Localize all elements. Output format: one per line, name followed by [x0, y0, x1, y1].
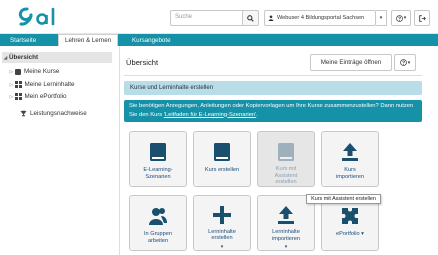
caret-right-icon: ▷ [9, 68, 14, 74]
section-header: Kurse und Lerninhalte erstellen [124, 81, 422, 95]
book-icon [213, 141, 231, 163]
divider [124, 75, 422, 76]
sidebar-item-uebersicht[interactable]: ◢ Übersicht [2, 52, 112, 63]
sidebar-item-mein-eportfolio[interactable]: ▷ Mein ePortfolio [8, 91, 120, 102]
chevron-down-icon: ▾ [407, 59, 411, 66]
book-icon [277, 141, 295, 162]
tile-kurs-mit-assistent[interactable]: Kurs mit Assistent erstellen [257, 131, 315, 187]
puzzle-icon [15, 93, 22, 100]
tile-label: Lerninhalte erstellen [208, 228, 236, 242]
user-icon [268, 15, 274, 21]
tile-label: Kurs mit Assistent erstellen [274, 166, 298, 186]
search-button[interactable] [242, 10, 259, 26]
sidebar-item-label: Mein ePortfolio [24, 93, 67, 100]
tile-label: Kurs erstellen [204, 167, 240, 173]
trophy-icon [20, 110, 27, 117]
page-title: Übersicht [126, 58, 159, 67]
help-button[interactable]: ▾ [391, 10, 411, 26]
search-icon [247, 14, 254, 22]
chevron-down-icon: ▾ [220, 244, 224, 250]
user-menu-button[interactable]: Webuser 4 Bildungsportal Sachsen [264, 10, 376, 26]
sidebar-item-meine-kurse[interactable]: ▷ Meine Kurse [8, 66, 120, 77]
upload-icon [341, 141, 359, 163]
tile-e-learning-szenarien[interactable]: E-Learning- Szenarien [129, 131, 187, 187]
info-text-end: . [256, 111, 258, 118]
context-help-button[interactable]: ▾ [394, 54, 416, 71]
tile-label: Lerninhalte importieren [272, 229, 300, 242]
tab-lehren-lernen[interactable]: Lehren & Lernen [58, 34, 119, 46]
user-menu-caret[interactable]: ▾ [376, 10, 387, 26]
tile-in-gruppen-arbeiten[interactable]: In Gruppen arbeiten [129, 195, 187, 251]
leitfaden-link[interactable]: 'Leitfaden für E-Learning-Szenarien' [164, 112, 256, 118]
caret-right-icon: ▷ [9, 93, 14, 99]
tile-label: Kurs importieren [336, 167, 364, 180]
chevron-down-icon: ▾ [284, 244, 288, 251]
question-circle-icon [395, 14, 403, 22]
tab-startseite[interactable]: Startseite [4, 34, 42, 46]
user-name: Webuser 4 Bildungsportal Sachsen [277, 15, 365, 21]
upload-icon [277, 205, 295, 225]
sidebar: ◢ Übersicht ▷ Meine Kurse ▷ Meine Lernin… [0, 46, 115, 255]
sign-out-icon [418, 14, 426, 22]
sidebar-item-leistungsnachweise[interactable]: Leistungsnachweise [20, 108, 132, 119]
info-box: Sie benötigen Anregungen, Anleitungen od… [124, 100, 422, 122]
app-window: Suche Webuser 4 Bildungsportal Sachsen ▾… [0, 0, 438, 255]
tile-label: ePortfolio ▾ [336, 231, 364, 237]
tab-kursangebote[interactable]: Kursangebote [126, 34, 177, 46]
book-icon [15, 68, 21, 75]
tile-kurs-erstellen[interactable]: Kurs erstellen [193, 131, 251, 187]
sidebar-item-label: Meine Kurse [24, 68, 60, 75]
tile-kurs-importieren[interactable]: Kurs importieren [321, 131, 379, 187]
sidebar-item-label: Meine Lerninhalte [24, 81, 75, 88]
search-input[interactable]: Suche [170, 10, 242, 26]
tile-label: In Gruppen arbeiten [144, 231, 172, 244]
cubes-icon [15, 81, 22, 88]
sidebar-item-label: Übersicht [9, 54, 39, 61]
caret-down-icon: ◢ [3, 54, 8, 60]
sidebar-item-meine-lerninhalte[interactable]: ▷ Meine Lerninhalte [8, 79, 120, 90]
tooltip: Kurs mit Assistent erstellen [306, 194, 381, 204]
main-navigation: Startseite Lehren & Lernen Kursangebote [0, 34, 438, 46]
book-icon [149, 141, 167, 163]
puzzle-icon [340, 205, 360, 227]
users-icon [148, 205, 168, 227]
question-circle-icon [399, 59, 407, 66]
plus-icon [213, 205, 231, 225]
tile-lerninhalte-erstellen[interactable]: Lerninhalte erstellen ▾ [193, 195, 251, 251]
meine-eintraege-button[interactable]: Meine Einträge öffnen [310, 54, 392, 71]
header: Suche Webuser 4 Bildungsportal Sachsen ▾… [0, 0, 438, 34]
caret-right-icon: ▷ [9, 81, 14, 87]
divider [119, 46, 120, 255]
olat-logo[interactable] [17, 6, 69, 28]
tile-label: E-Learning- Szenarien [143, 167, 173, 180]
logout-button[interactable] [414, 10, 430, 26]
chevron-down-icon: ▾ [403, 15, 407, 21]
sidebar-item-label: Leistungsnachweise [30, 110, 87, 117]
